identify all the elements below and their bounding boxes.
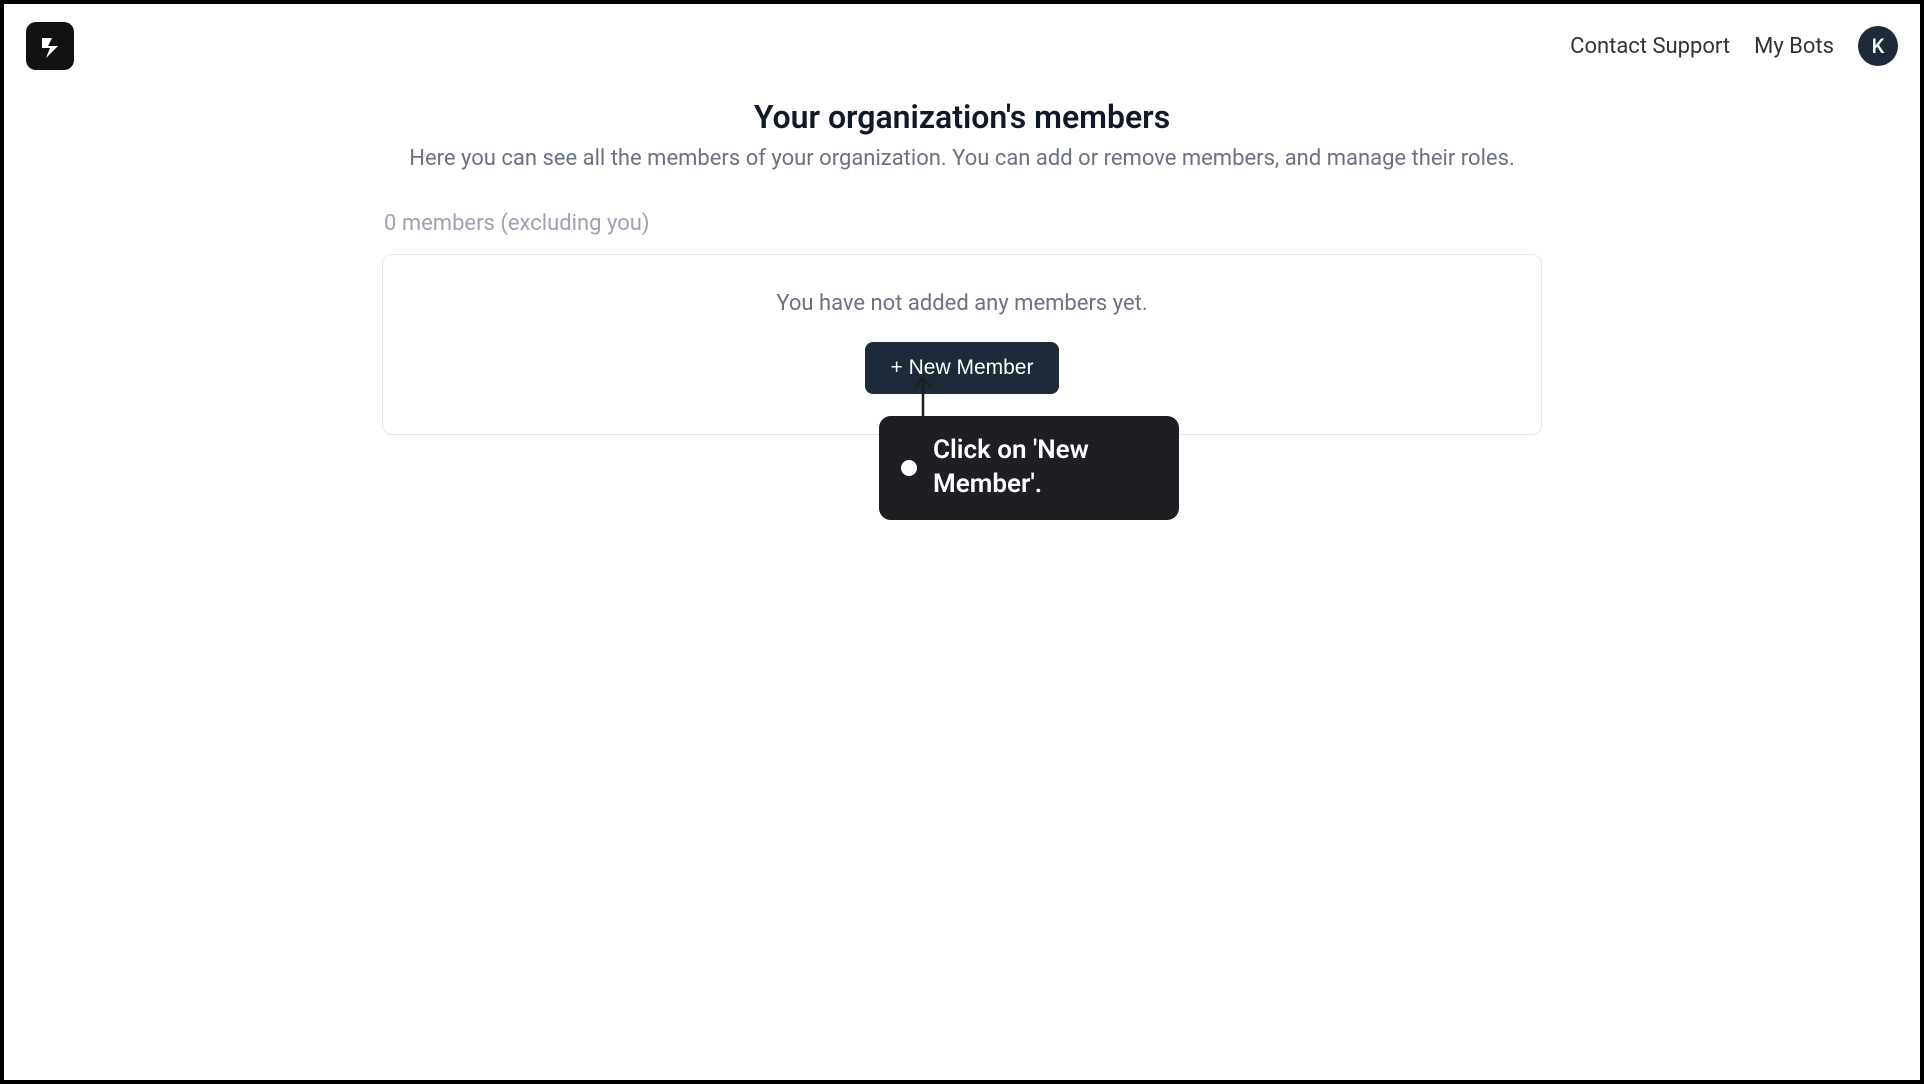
logo-icon [36, 32, 64, 60]
callout-box: Click on 'New Member'. [879, 416, 1179, 520]
callout-text: Click on 'New Member'. [933, 434, 1153, 502]
page-title: Your organization's members [382, 98, 1542, 136]
contact-support-link[interactable]: Contact Support [1570, 34, 1730, 59]
arrow-up-icon [911, 374, 935, 418]
header: Contact Support My Bots K [4, 4, 1920, 88]
my-bots-link[interactable]: My Bots [1754, 34, 1834, 59]
app-logo[interactable] [26, 22, 74, 70]
bullet-icon [901, 460, 917, 476]
members-card: You have not added any members yet. + Ne… [382, 254, 1542, 435]
empty-state-text: You have not added any members yet. [403, 291, 1521, 316]
new-member-button[interactable]: + New Member [865, 342, 1060, 394]
page-subtitle: Here you can see all the members of your… [382, 146, 1542, 171]
main-content: Your organization's members Here you can… [362, 88, 1562, 445]
header-right: Contact Support My Bots K [1570, 26, 1898, 66]
instruction-callout: Click on 'New Member'. [879, 416, 1179, 520]
avatar[interactable]: K [1858, 26, 1898, 66]
member-count: 0 members (excluding you) [384, 211, 1542, 236]
